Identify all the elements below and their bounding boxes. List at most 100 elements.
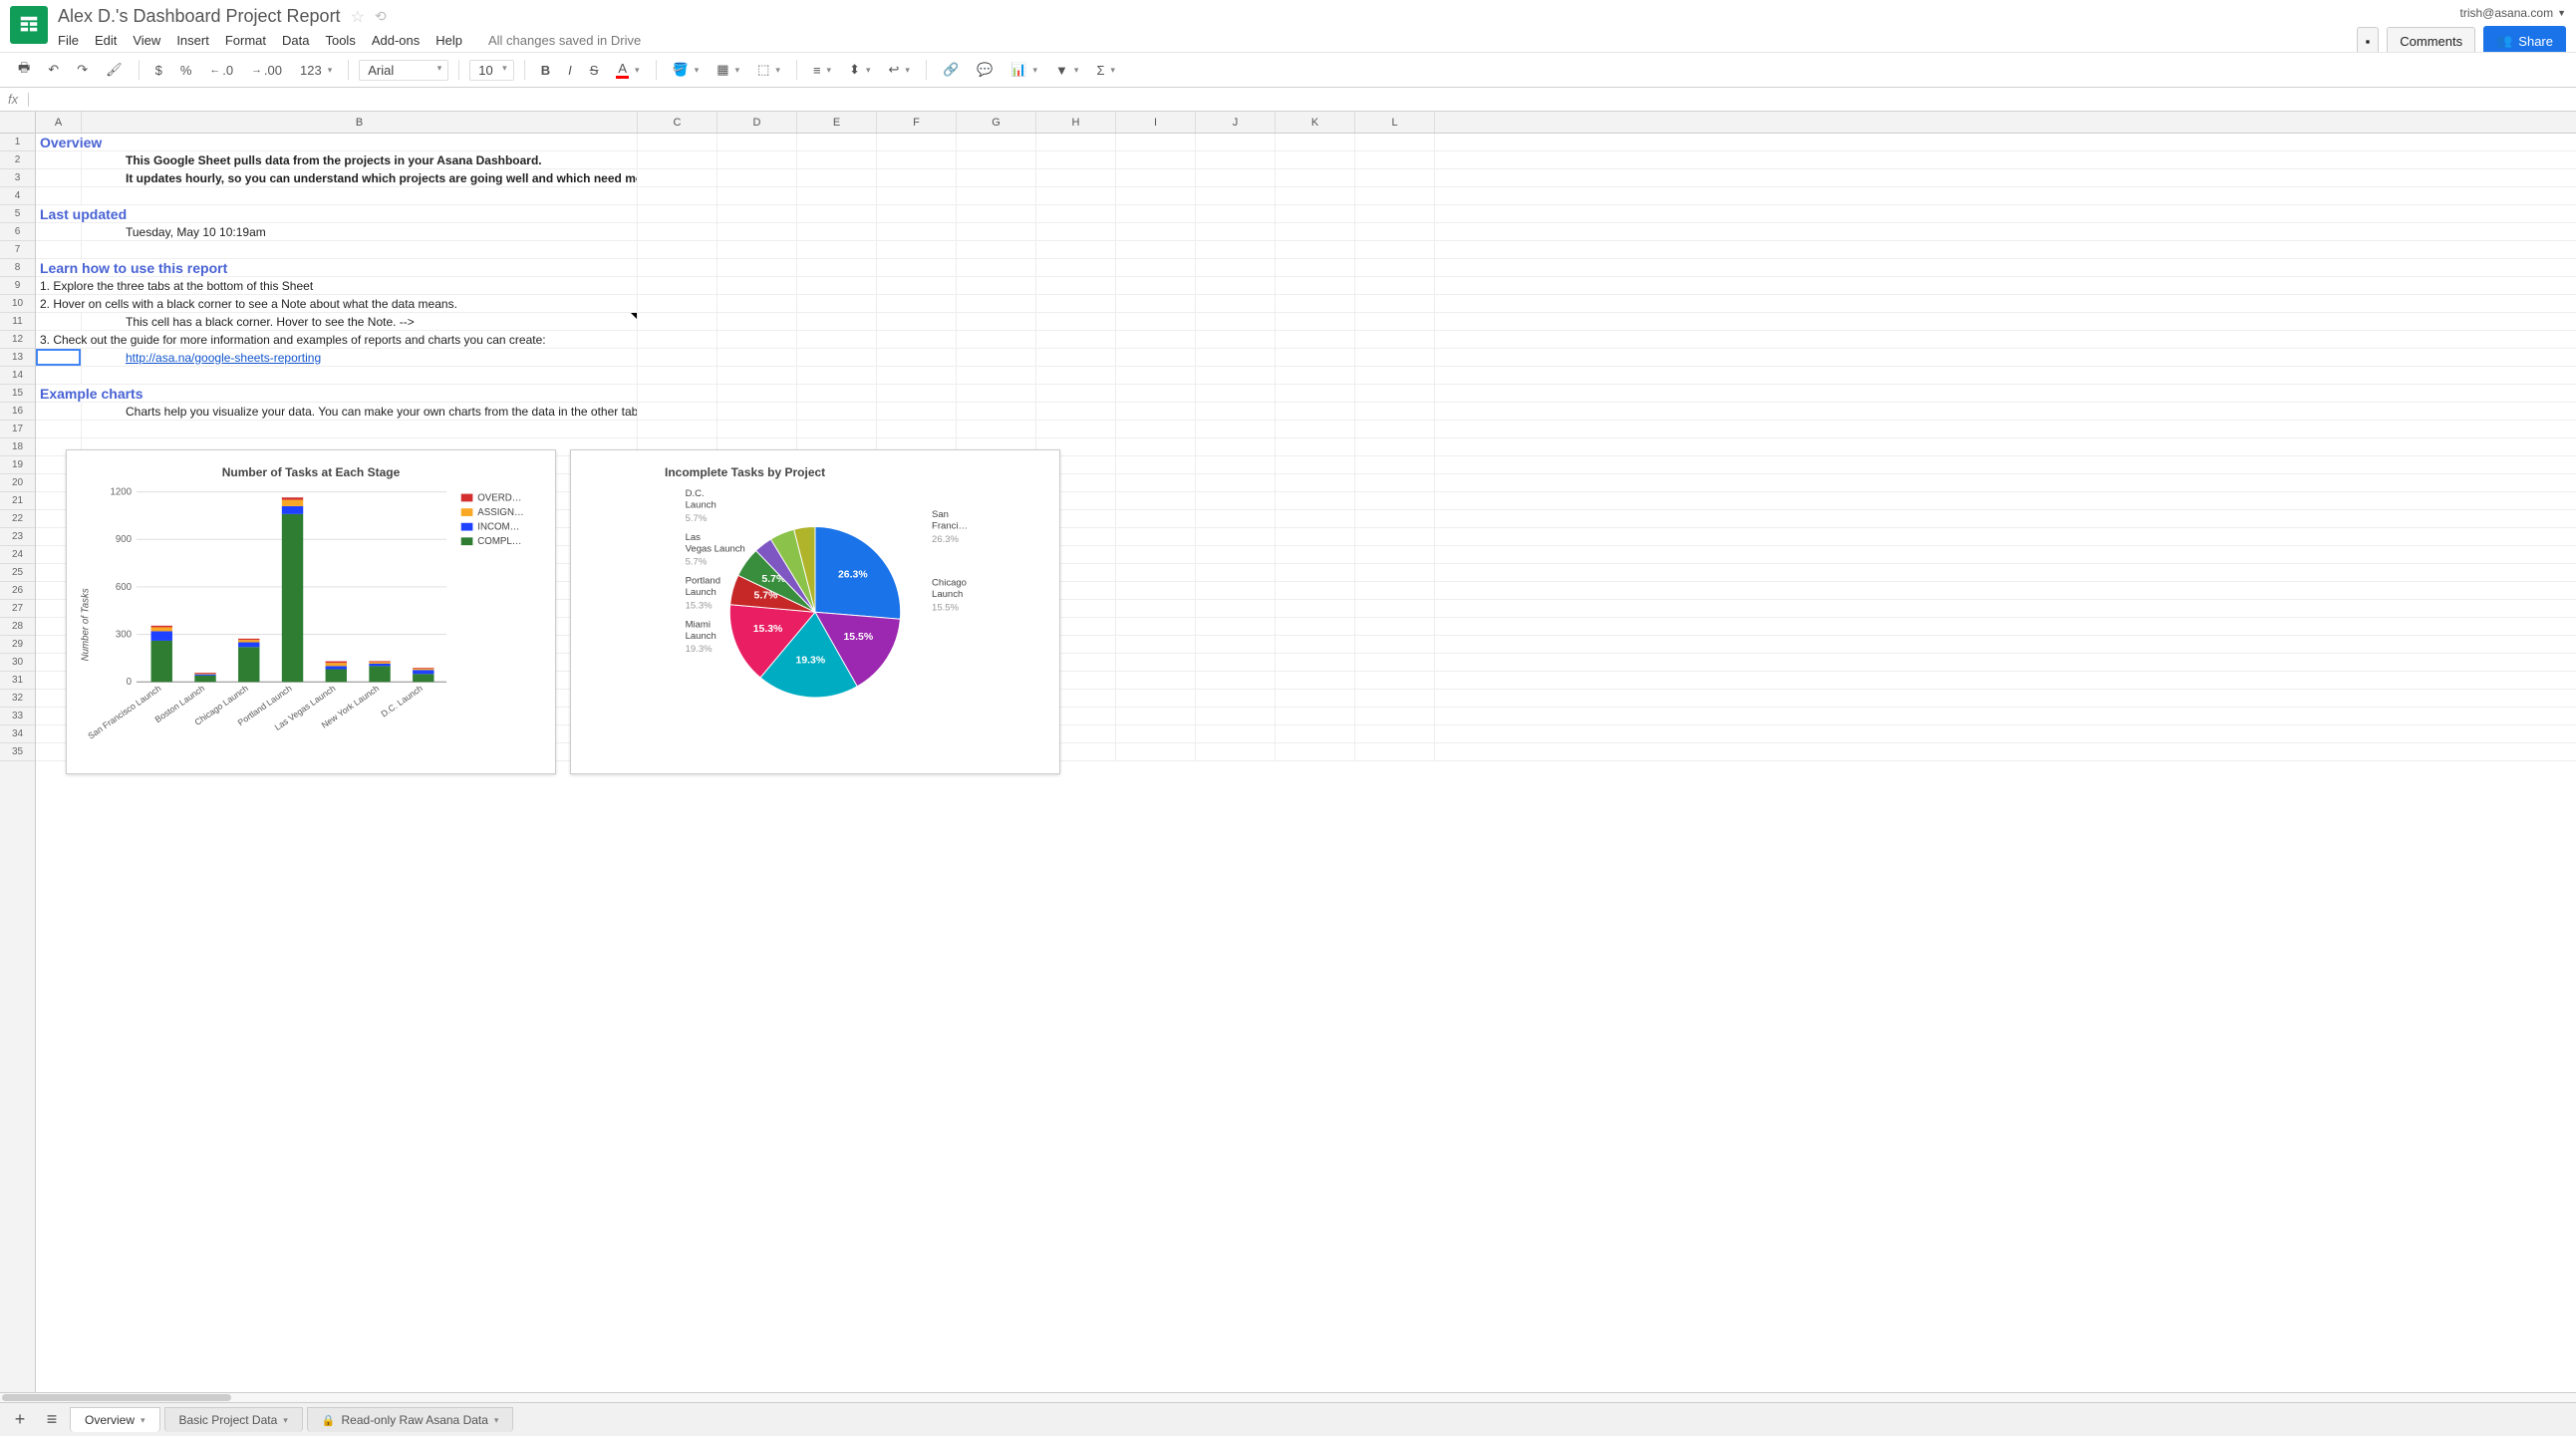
svg-text:Franci…: Franci… <box>932 520 968 531</box>
svg-text:0: 0 <box>127 677 133 688</box>
link-icon[interactable]: 🔗 <box>937 58 965 82</box>
col-C[interactable]: C <box>638 112 717 133</box>
bold-icon[interactable]: B <box>535 59 556 82</box>
svg-text:ASSIGN…: ASSIGN… <box>477 507 523 518</box>
svg-text:15.3%: 15.3% <box>686 600 713 611</box>
svg-text:Miami: Miami <box>686 619 711 630</box>
svg-text:15.5%: 15.5% <box>932 602 959 613</box>
text-color-icon[interactable]: A <box>610 57 645 83</box>
filter-icon[interactable]: ▼ <box>1049 59 1084 82</box>
svg-text:San: San <box>932 509 949 520</box>
menu-bar: File Edit View Insert Format Data Tools … <box>58 33 2357 48</box>
svg-text:Portland: Portland <box>686 576 720 587</box>
menu-file[interactable]: File <box>58 33 79 48</box>
svg-text:Launch: Launch <box>932 589 963 600</box>
wrap-icon[interactable]: ↩ <box>883 58 916 82</box>
horizontal-scrollbar[interactable] <box>0 1392 2576 1402</box>
menu-data[interactable]: Data <box>282 33 309 48</box>
menu-help[interactable]: Help <box>435 33 462 48</box>
menu-format[interactable]: Format <box>225 33 266 48</box>
sheet-tab-overview[interactable]: Overview▾ <box>70 1407 160 1432</box>
titlebar: Alex D.'s Dashboard Project Report ☆ ⟲ F… <box>0 0 2576 52</box>
merge-icon[interactable]: ⬚ <box>751 58 786 82</box>
valign-icon[interactable]: ⬍ <box>843 58 876 82</box>
font-size-select[interactable]: 10 <box>469 60 513 81</box>
italic-icon[interactable]: I <box>562 59 578 82</box>
row-headers: 1234567891011121314151617181920212223242… <box>0 134 36 1392</box>
svg-text:Launch: Launch <box>686 500 716 511</box>
chart-bar-title: Number of Tasks at Each Stage <box>222 465 401 479</box>
redo-icon[interactable]: ↷ <box>71 58 94 82</box>
fx-label: fx <box>8 92 18 107</box>
format-percent[interactable]: % <box>174 59 198 82</box>
col-G[interactable]: G <box>957 112 1036 133</box>
svg-text:Launch: Launch <box>686 587 716 598</box>
svg-text:15.5%: 15.5% <box>843 632 873 643</box>
account-menu[interactable]: trish@asana.com▼ <box>2460 6 2566 20</box>
menu-addons[interactable]: Add-ons <box>372 33 420 48</box>
chart-pie[interactable]: Incomplete Tasks by Project 26.3%15.5%19… <box>570 449 1060 774</box>
svg-text:19.3%: 19.3% <box>686 644 713 655</box>
formula-bar[interactable]: fx <box>0 88 2576 112</box>
svg-text:OVERD…: OVERD… <box>477 492 521 503</box>
document-title[interactable]: Alex D.'s Dashboard Project Report <box>58 6 341 27</box>
svg-text:5.7%: 5.7% <box>686 557 708 568</box>
move-folder-icon[interactable]: ⟲ <box>375 8 387 25</box>
menu-view[interactable]: View <box>133 33 160 48</box>
all-sheets-button[interactable]: ≡ <box>38 1407 66 1433</box>
share-icon: 👥 <box>2496 33 2512 49</box>
col-K[interactable]: K <box>1276 112 1355 133</box>
paint-format-icon[interactable]: 🖌 <box>100 58 129 82</box>
undo-icon[interactable]: ↶ <box>42 58 65 82</box>
svg-text:Las: Las <box>686 532 702 543</box>
chart-pie-title: Incomplete Tasks by Project <box>665 465 825 479</box>
chart-bar[interactable]: Number of Tasks at Each Stage Number of … <box>66 449 556 774</box>
star-icon[interactable]: ☆ <box>351 7 365 27</box>
col-F[interactable]: F <box>877 112 957 133</box>
toolbar: 🖶 ↶ ↷ 🖌 $ % ←.0 →.00 123 Arial 10 B I S … <box>0 52 2576 88</box>
svg-text:300: 300 <box>116 630 133 641</box>
functions-icon[interactable]: Σ <box>1090 59 1121 82</box>
svg-text:600: 600 <box>116 582 133 593</box>
comment-icon[interactable]: 💬 <box>971 58 999 82</box>
sheet-tab-basic-project-data[interactable]: Basic Project Data▾ <box>164 1407 303 1432</box>
svg-text:1200: 1200 <box>110 487 132 498</box>
chart-icon[interactable]: 📊 <box>1004 58 1043 82</box>
format-more[interactable]: 123 <box>294 59 338 82</box>
column-headers: A B C D E F G H I J K L <box>0 112 2576 134</box>
menu-insert[interactable]: Insert <box>176 33 209 48</box>
svg-text:San Francisco Launch: San Francisco Launch <box>86 683 162 740</box>
grid-cells[interactable]: OverviewThis Google Sheet pulls data fro… <box>36 134 2576 1392</box>
format-currency[interactable]: $ <box>149 59 168 82</box>
col-D[interactable]: D <box>717 112 797 133</box>
col-E[interactable]: E <box>797 112 877 133</box>
format-increase-decimal[interactable]: →.00 <box>245 59 288 82</box>
menu-tools[interactable]: Tools <box>325 33 355 48</box>
sheet-tab-bar: + ≡ Overview▾ Basic Project Data▾ 🔒 Read… <box>0 1402 2576 1436</box>
strikethrough-icon[interactable]: S <box>584 59 605 82</box>
save-status: All changes saved in Drive <box>488 33 641 48</box>
svg-text:Vegas Launch: Vegas Launch <box>686 543 745 554</box>
col-J[interactable]: J <box>1196 112 1276 133</box>
fill-color-icon[interactable]: 🪣 <box>667 58 706 82</box>
print-icon[interactable]: 🖶 <box>12 55 36 85</box>
svg-text:INCOM…: INCOM… <box>477 522 519 533</box>
svg-text:D.C. Launch: D.C. Launch <box>379 683 425 718</box>
halign-icon[interactable]: ≡ <box>807 59 837 82</box>
svg-text:15.3%: 15.3% <box>753 624 783 635</box>
select-all-corner[interactable] <box>0 112 36 133</box>
sheets-logo-icon[interactable] <box>10 6 48 44</box>
add-sheet-button[interactable]: + <box>6 1407 34 1433</box>
col-A[interactable]: A <box>36 112 82 133</box>
font-select[interactable]: Arial <box>359 60 448 81</box>
col-B[interactable]: B <box>82 112 638 133</box>
svg-text:19.3%: 19.3% <box>796 655 826 666</box>
format-decrease-decimal[interactable]: ←.0 <box>203 59 239 82</box>
borders-icon[interactable]: ▦ <box>711 58 745 82</box>
menu-edit[interactable]: Edit <box>95 33 117 48</box>
sheet-tab-readonly-raw[interactable]: 🔒 Read-only Raw Asana Data▾ <box>307 1407 514 1432</box>
col-I[interactable]: I <box>1116 112 1196 133</box>
chart-ylabel: Number of Tasks <box>80 588 91 661</box>
col-H[interactable]: H <box>1036 112 1116 133</box>
col-L[interactable]: L <box>1355 112 1435 133</box>
